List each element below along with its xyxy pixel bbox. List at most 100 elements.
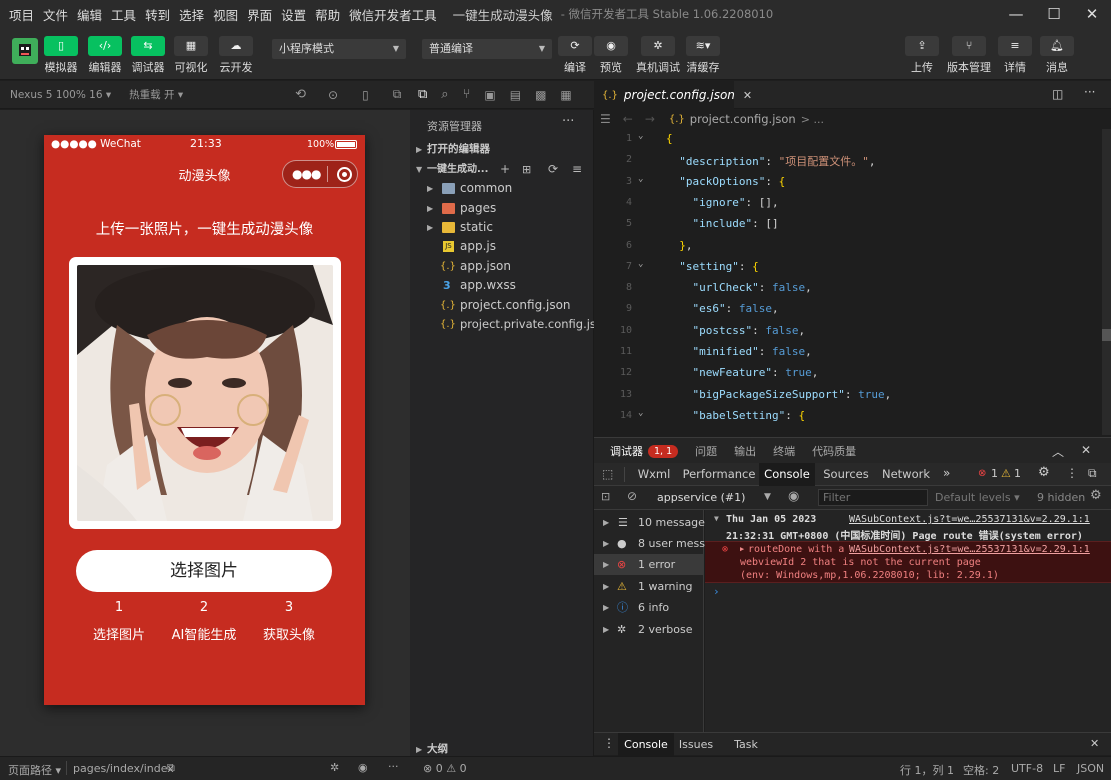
console-prompt-icon[interactable]: › [713,585,720,598]
copy-icon[interactable]: ⧉ [167,761,175,775]
tab-code-quality[interactable]: 代码质量 [812,443,856,459]
menu-item[interactable]: 界面 [247,5,272,24]
problems-counter[interactable]: ⊗ 0 ⚠ 0 [423,762,467,775]
source-control-icon[interactable]: ⑂ [463,87,471,102]
more-icon[interactable]: ··· [1084,85,1095,99]
kebab-menu-icon[interactable]: ⋮ [1066,466,1078,480]
page-path-select[interactable]: 页面路径 ▾ [8,762,61,778]
more-tabs-icon[interactable]: » [943,466,950,480]
levels-select[interactable]: Default levels ▾ [935,491,1020,504]
clear-console-icon[interactable]: ⊘ [627,489,637,503]
upload-button[interactable]: ⇪ 上传 [905,36,939,75]
visual-toggle[interactable]: ▦ 可视化 [174,36,208,75]
tab-terminal[interactable]: 终端 [773,443,795,459]
grid-icon[interactable]: ▦ [560,88,571,102]
side-messages[interactable]: ▶ ☰ 10 messages [594,512,711,533]
sidebar-toggle-icon[interactable]: ⊡ [601,490,610,503]
preview-button[interactable]: ◉ 预览 [594,36,628,75]
console-message-error[interactable]: ⊗ ▶ routeDone with a WASubContext.js?t=w… [705,541,1111,583]
device-select[interactable]: Nexus 5 100% 16 ▾ [10,89,111,101]
collapse-icon[interactable]: ≡ [572,160,582,179]
menu-item[interactable]: 工具 [111,5,136,24]
tab-debugger[interactable]: 调试器 [610,443,643,459]
filter-input[interactable] [818,489,928,506]
messages-button[interactable]: 🔔︎ 消息 [1040,36,1074,75]
file-project-config[interactable]: {.} project.config.json [410,296,594,315]
editor-toggle[interactable]: ‹/› 编辑器 [88,36,122,75]
close-window-icon[interactable]: ✕ [1073,5,1111,23]
tab-project-config[interactable]: {.} project.config.json ✕ [594,81,752,109]
new-file-icon[interactable]: + [500,160,510,179]
simulator-toggle[interactable]: ▯ 模拟器 [44,36,78,75]
fold-chevron-icon[interactable]: ⌄ [638,131,643,141]
drawer-tab-task[interactable]: Task [728,733,764,756]
menu-item[interactable]: 编辑 [77,5,102,24]
maximize-icon[interactable]: ☐ [1035,5,1073,23]
encoding[interactable]: UTF-8 [1011,762,1043,775]
file-app-js[interactable]: JS app.js [410,237,594,256]
tab-wxml[interactable]: Wxml [632,463,676,486]
list-icon[interactable]: ☰ [600,112,611,126]
docker-icon[interactable]: ▩ [535,88,546,102]
context-select[interactable]: appservice (#1) [657,491,745,504]
tab-network[interactable]: Network [878,463,934,486]
version-button[interactable]: ⑂ 版本管理 [947,36,991,75]
split-editor-icon[interactable]: ◫ [1052,87,1063,101]
side-user-messages[interactable]: ▶ ● 8 user mess... [594,533,715,554]
tab-sources[interactable]: Sources [820,463,872,486]
cursor-position[interactable]: 行 1，列 1 [900,762,954,778]
file-app-wxss[interactable]: 3 app.wxss [410,276,594,295]
device-icon[interactable]: ▯ [362,88,369,102]
popout-icon[interactable]: ⧉ [393,87,402,102]
clear-cache-button[interactable]: ≋▾ 清缓存 [686,36,720,75]
fold-chevron-icon[interactable]: ⌄ [638,259,643,269]
fold-chevron-icon[interactable]: ⌄ [638,174,643,184]
menu-item[interactable]: 项目 [9,5,34,24]
more-icon[interactable]: ●●● [292,167,321,181]
forward-icon[interactable]: → [645,112,655,126]
tab-console[interactable]: Console [759,463,815,486]
source-link[interactable]: WASubContext.js?t=we…25537131&v=2.29.1:1 [849,514,1090,525]
tab-output[interactable]: 输出 [734,443,756,459]
more-icon[interactable]: ··· [562,114,574,129]
remote-debug-button[interactable]: ✲ 真机调试 [636,36,680,75]
eye-icon[interactable]: ◉ [788,489,799,504]
project-section[interactable]: ▼ 一键生成动... + ⊞ ⟳ ≡ [410,160,594,179]
back-icon[interactable]: ← [623,112,633,126]
close-capsule-icon[interactable] [337,166,353,182]
compile-button[interactable]: ⟳ 编译 [558,36,592,75]
menu-item[interactable]: 设置 [281,5,306,24]
side-warnings[interactable]: ▶ ⚠ 1 warning [594,576,704,597]
folder-common[interactable]: ▶ common [410,179,594,198]
chevron-down-icon[interactable]: ▼ [764,492,771,502]
user-avatar[interactable] [12,38,38,64]
chevron-up-icon[interactable]: ︿ [1052,443,1064,460]
console-message-route[interactable]: ▼ Thu Jan 05 2023 WASubContext.js?t=we…2… [705,512,1111,542]
drawer-tab-console[interactable]: Console [618,733,674,756]
cloud-dev-button[interactable]: ☁ 云开发 [219,36,253,75]
compile-select[interactable]: 普通编译 ▼ [422,39,552,59]
mode-select[interactable]: 小程序模式 ▼ [272,39,406,59]
side-info[interactable]: ▶ ⓘ 6 info [594,597,704,618]
inspect-icon[interactable]: ⬚ [602,467,613,481]
panel-icon[interactable]: ▤ [510,88,521,102]
minimize-icon[interactable]: — [997,5,1035,23]
source-link[interactable]: WASubContext.js?t=we…25537131&v=2.29.1:1 [849,544,1090,555]
drawer-tab-issues[interactable]: Issues [676,733,716,756]
hotreload-toggle[interactable]: 热重载 开 ▾ [129,87,183,102]
menu-item[interactable]: 视图 [213,5,238,24]
menu-item[interactable]: 转到 [145,5,170,24]
extensions-icon[interactable]: ▣ [484,88,495,102]
file-project-private-config[interactable]: {.} project.private.config.json [410,315,610,334]
eol[interactable]: LF [1053,762,1065,775]
menu-item[interactable]: 选择 [179,5,204,24]
refresh-icon[interactable]: ⟳ [548,160,558,179]
console-settings-icon[interactable]: ⚙ [1090,488,1102,503]
folder-pages[interactable]: ▶ pages [410,199,594,218]
menu-item[interactable]: 帮助 [315,5,340,24]
side-errors[interactable]: ▶ ⊗ 1 error [594,554,704,575]
choose-image-button[interactable]: 选择图片 [76,550,332,592]
debugger-toggle[interactable]: ⇆ 调试器 [131,36,165,75]
eye-icon[interactable]: ◉ [358,761,368,774]
editor-scrollbar[interactable] [1102,129,1111,435]
